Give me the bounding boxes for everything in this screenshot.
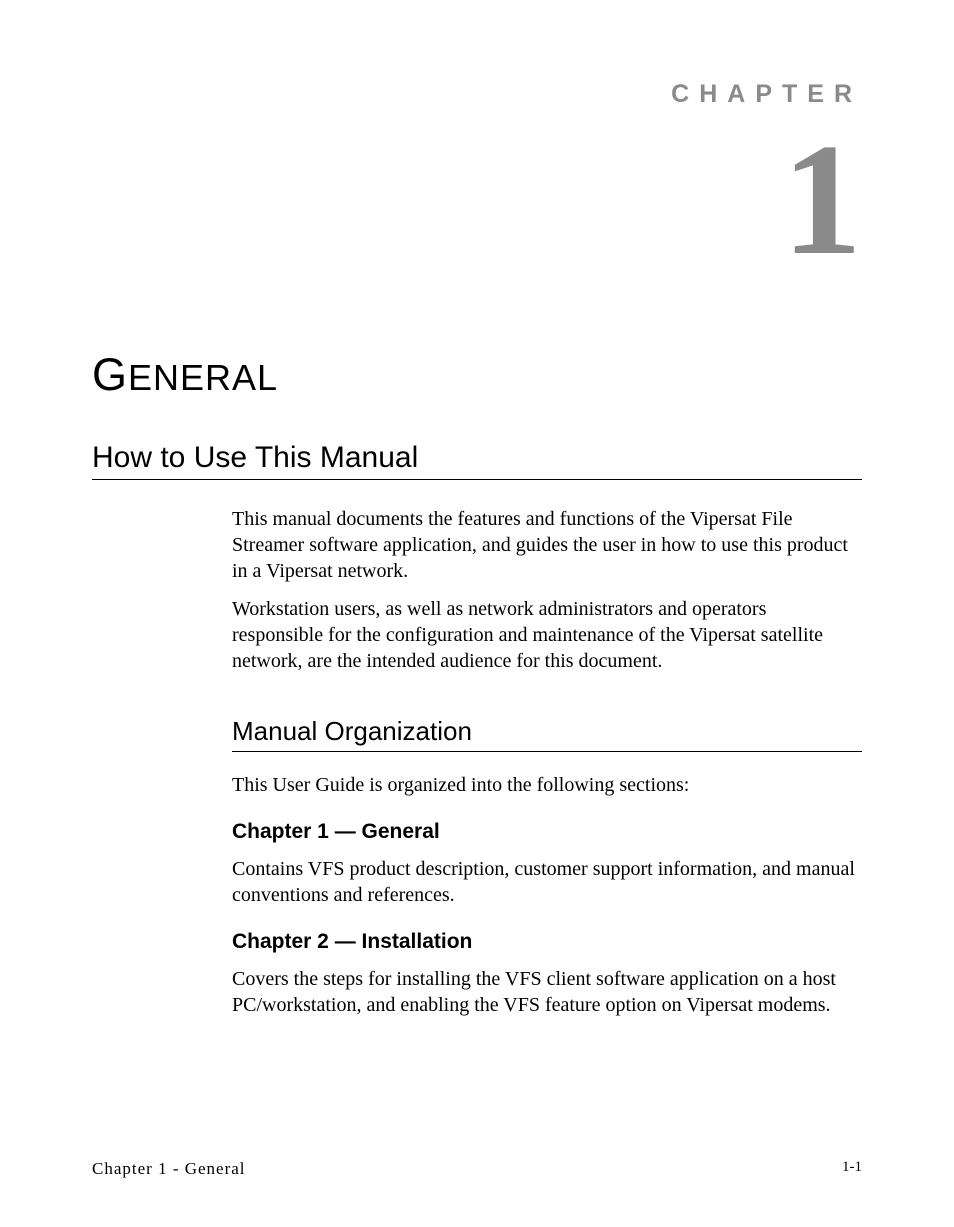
org-intro-paragraph: This User Guide is organized into the fo… (232, 772, 862, 798)
document-page: CHAPTER 1 GENERAL How to Use This Manual… (0, 0, 954, 1227)
chapter-number: 1 (92, 119, 862, 279)
page-footer: Chapter 1 - General 1-1 (92, 1159, 862, 1179)
footer-chapter-title: Chapter 1 - General (92, 1159, 246, 1179)
chapter-1-description: Contains VFS product description, custom… (232, 856, 862, 908)
chapter-2-description: Covers the steps for installing the VFS … (232, 966, 862, 1018)
footer-page-number: 1-1 (842, 1159, 862, 1179)
chapter-label: CHAPTER (92, 80, 862, 109)
page-title: GENERAL (92, 349, 862, 401)
intro-paragraph-1: This manual documents the features and f… (232, 506, 862, 584)
chapter-2-heading: Chapter 2 — Installation (232, 930, 862, 954)
chapter-1-heading: Chapter 1 — General (232, 820, 862, 844)
intro-paragraph-2: Workstation users, as well as network ad… (232, 596, 862, 674)
section-heading-how-to-use: How to Use This Manual (92, 441, 862, 480)
body-content: This manual documents the features and f… (232, 506, 862, 1030)
section-heading-manual-organization: Manual Organization (232, 716, 862, 752)
